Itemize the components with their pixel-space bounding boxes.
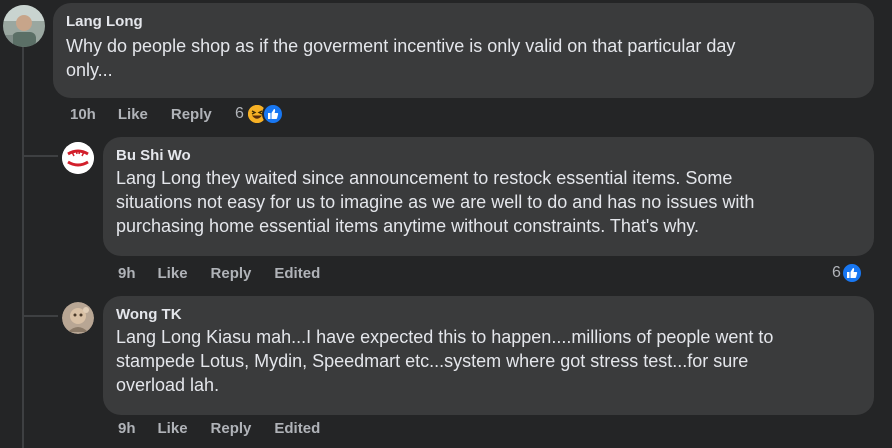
avatar[interactable] (62, 142, 94, 174)
like-icon (261, 103, 284, 125)
reply-button[interactable]: Reply (211, 265, 252, 282)
like-icon (840, 262, 863, 284)
comment-time[interactable]: 10h (70, 106, 96, 123)
comment-author[interactable]: Wong TK (116, 305, 861, 324)
avatar[interactable] (62, 302, 94, 334)
comment-actions: 10h Like Reply (70, 106, 235, 123)
reaction-summary[interactable]: 6 (832, 262, 863, 284)
comment-actions: 9h Like Reply Edited (118, 265, 343, 282)
reaction-summary[interactable]: 6 (235, 103, 284, 125)
comment-bubble: Wong TK Lang Long Kiasu mah...I have exp… (103, 296, 874, 415)
comment-author[interactable]: Bu Shi Wo (116, 146, 861, 165)
avatar[interactable] (3, 5, 45, 47)
edited-label: Edited (274, 420, 321, 437)
reaction-count: 6 (832, 264, 841, 281)
comment-text-line: purchasing home essential items anytime … (116, 216, 700, 236)
thread-branch (24, 315, 58, 317)
comment-text-line: Lang Long they waited since announcement… (116, 168, 733, 188)
comment-author[interactable]: Lang Long (66, 12, 861, 31)
like-button[interactable]: Like (158, 265, 188, 282)
reply-button[interactable]: Reply (171, 106, 212, 123)
reaction-count: 6 (235, 105, 244, 122)
comment-text-line: overload lah. (116, 375, 220, 395)
thread-line (22, 46, 24, 448)
comment-time[interactable]: 9h (118, 265, 136, 282)
comment-bubble: Lang Long Why do people shop as if the g… (53, 3, 874, 98)
reply-button[interactable]: Reply (211, 420, 252, 437)
comment-bubble: Bu Shi Wo Lang Long they waited since an… (103, 137, 874, 256)
like-button[interactable]: Like (158, 420, 188, 437)
comment-text-line: Why do people shop as if the goverment i… (66, 36, 736, 56)
thread-branch (24, 155, 58, 157)
comment-text-line: stampede Lotus, Mydin, Speedmart etc...s… (116, 351, 749, 371)
comment-text-line: situations not easy for us to imagine as… (116, 192, 755, 212)
edited-label: Edited (274, 265, 321, 282)
comment-text-line: only... (66, 60, 113, 80)
comment-actions: 9h Like Reply Edited (118, 420, 343, 437)
comment-text-line: Lang Long Kiasu mah...I have expected th… (116, 327, 774, 347)
comment-time[interactable]: 9h (118, 420, 136, 437)
like-button[interactable]: Like (118, 106, 148, 123)
